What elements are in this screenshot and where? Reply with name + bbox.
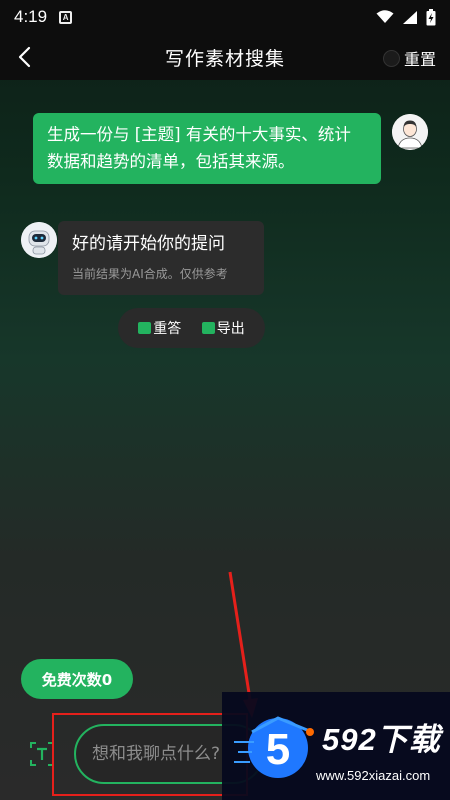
free-count-button[interactable]: 免费次数0: [21, 659, 133, 699]
watermark-logo-digit: 5: [266, 725, 290, 774]
highlight-box-annotation: [52, 713, 248, 796]
watermark-title: 592下载: [322, 722, 441, 757]
watermark-url: www.592xiazai.com: [316, 768, 431, 783]
app-screen: 4:19 A 写作素材搜集 重置 生成一份与 [主题] 有关的十大事实、统计数据…: [0, 0, 450, 800]
site-watermark: 5 592下载 www.592xiazai.com: [222, 692, 450, 800]
watermark-logo-icon: 5: [234, 716, 314, 778]
